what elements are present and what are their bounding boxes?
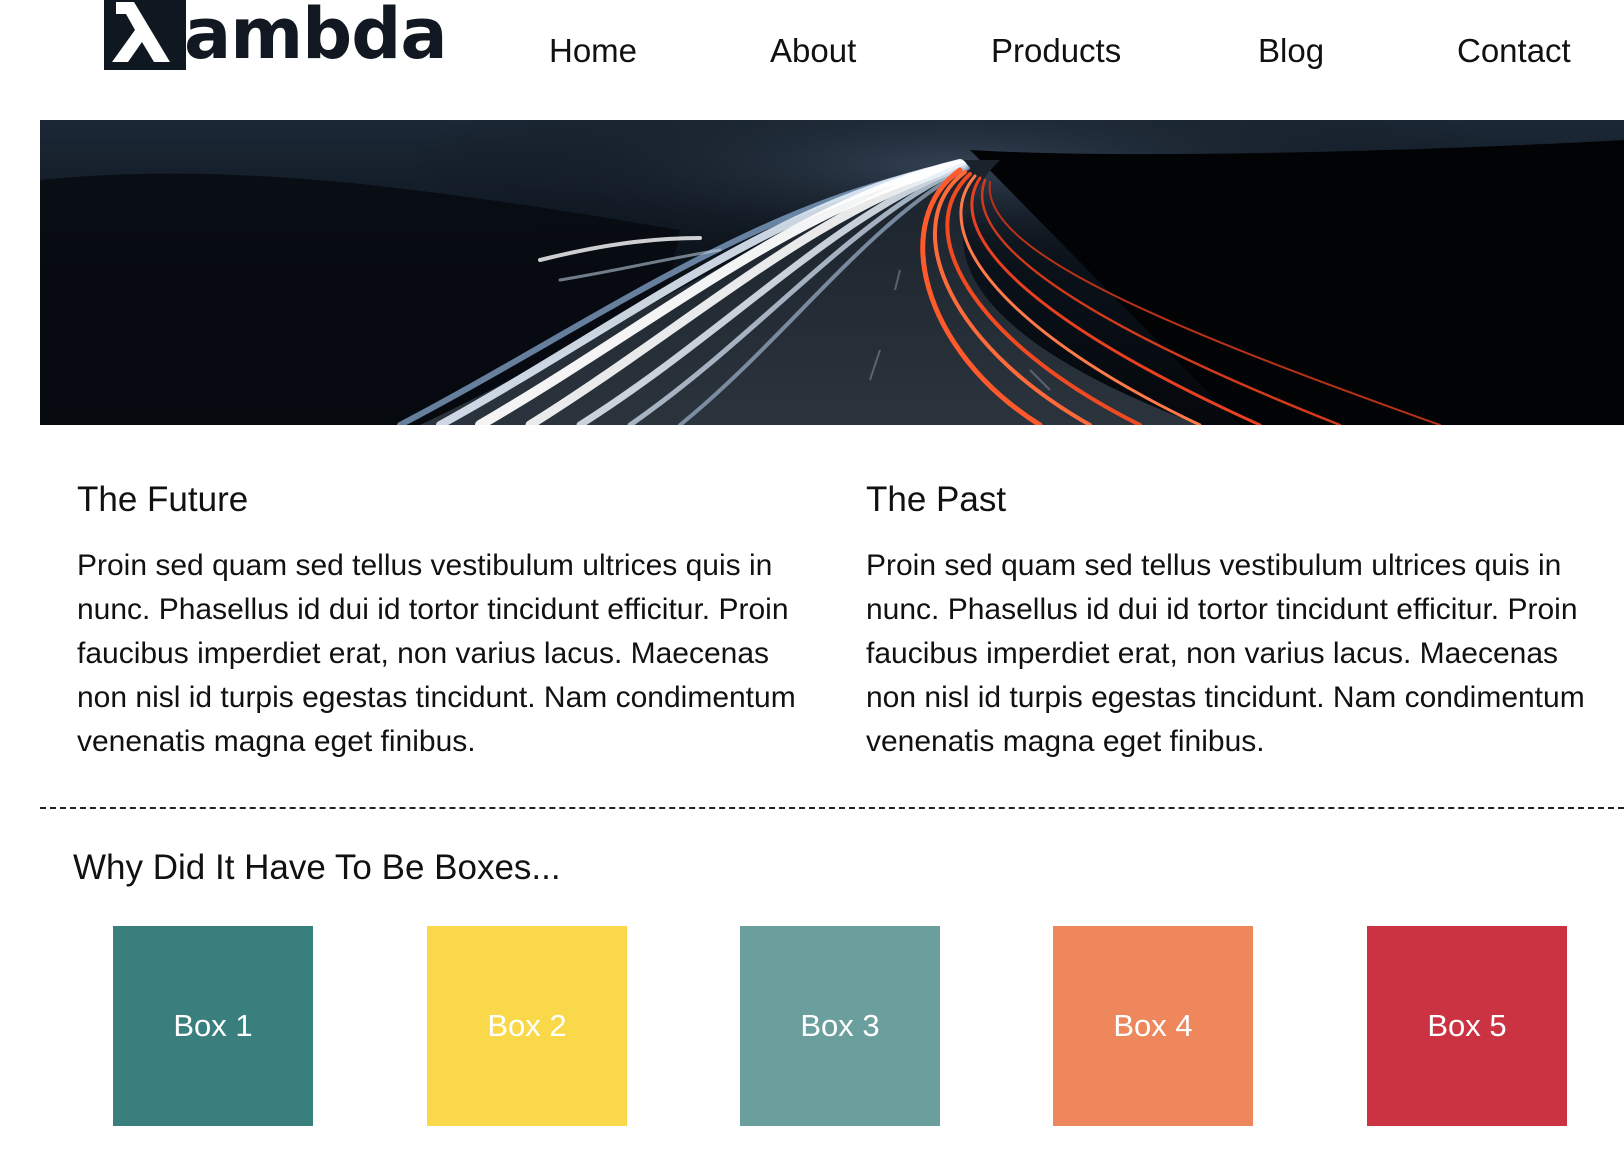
box-3[interactable]: Box 3 — [740, 926, 940, 1126]
column-title: The Past — [866, 480, 1007, 519]
page: ambda Home About Products Blog Contact T… — [0, 0, 1624, 1152]
nav-item-home[interactable]: Home — [549, 26, 637, 76]
box-5[interactable]: Box 5 — [1367, 926, 1567, 1126]
nav-item-contact[interactable]: Contact — [1457, 26, 1571, 76]
hero-image — [40, 120, 1624, 425]
box-label: Box 4 — [1113, 1008, 1193, 1043]
main-nav: Home About Products Blog Contact — [0, 26, 1624, 76]
column-body: Proin sed quam sed tellus vestibulum ult… — [77, 549, 796, 758]
nav-item-products[interactable]: Products — [991, 26, 1121, 76]
column-title: The Future — [77, 480, 249, 519]
box-4[interactable]: Box 4 — [1053, 926, 1253, 1126]
box-label: Box 5 — [1427, 1008, 1507, 1043]
box-2[interactable]: Box 2 — [427, 926, 627, 1126]
box-label: Box 1 — [173, 1008, 253, 1043]
box-1[interactable]: Box 1 — [113, 926, 313, 1126]
nav-item-about[interactable]: About — [770, 26, 856, 76]
box-label: Box 3 — [800, 1008, 880, 1043]
column-body: Proin sed quam sed tellus vestibulum ult… — [866, 549, 1585, 758]
box-label: Box 2 — [487, 1008, 567, 1043]
section-divider — [40, 807, 1624, 809]
column-future: The Future Proin sed quam sed tellus ves… — [77, 470, 817, 764]
nav-item-blog[interactable]: Blog — [1258, 26, 1324, 76]
boxes-section-title: Why Did It Have To Be Boxes... — [73, 848, 561, 887]
column-past: The Past Proin sed quam sed tellus vesti… — [866, 470, 1606, 764]
